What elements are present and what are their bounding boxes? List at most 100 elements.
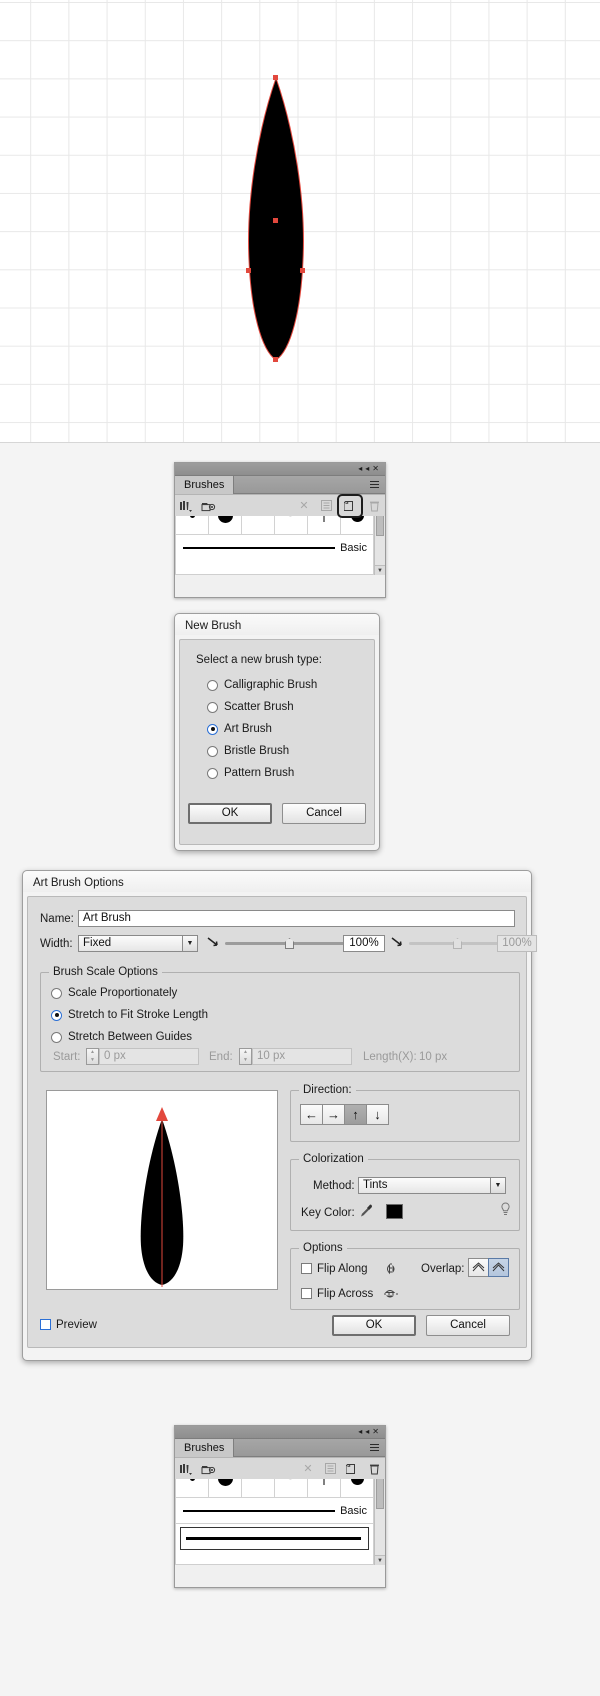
flip-across-row[interactable]: Flip Across	[301, 1288, 373, 1300]
width-percent-secondary-input[interactable]: 100%	[497, 935, 537, 952]
width-percent-input[interactable]: 100%	[343, 935, 385, 952]
arrow-down-icon[interactable]: ↓	[366, 1104, 389, 1125]
radio-indicator[interactable]	[51, 987, 62, 999]
options-of-selected-object-icon[interactable]	[315, 496, 337, 516]
radio-art-brush[interactable]: Art Brush	[207, 718, 358, 740]
new-brush-icon[interactable]	[337, 493, 363, 518]
colorization-method-select[interactable]: Tints ▼	[358, 1177, 506, 1194]
radio-scatter-brush[interactable]: Scatter Brush	[207, 696, 358, 718]
delete-brush-icon[interactable]	[363, 496, 385, 516]
panel-menu-icon[interactable]	[369, 479, 381, 490]
flip-along-row[interactable]: Flip Along	[301, 1263, 368, 1275]
panel-titlebar-buttons[interactable]: ◂◂✕	[358, 1427, 382, 1437]
ok-button[interactable]: OK	[188, 803, 272, 824]
brush-libraries-icon[interactable]	[175, 1459, 197, 1479]
chevron-down-icon[interactable]: ▼	[182, 936, 197, 951]
group-title: Brush Scale Options	[49, 966, 162, 978]
close-icon[interactable]: ✕	[372, 1427, 382, 1436]
radio-indicator[interactable]	[207, 745, 218, 757]
radio-bristle-brush[interactable]: Bristle Brush	[207, 740, 358, 762]
libraries-panel-icon[interactable]	[197, 1459, 219, 1479]
collapse-icon[interactable]: ◂◂	[358, 464, 372, 473]
tab-brushes[interactable]: Brushes	[175, 476, 235, 494]
brush-row-new-art-brush[interactable]	[176, 1523, 373, 1553]
brushes-panel-top[interactable]: ◂◂✕ Brushes Basic ▼ ✕	[174, 462, 386, 598]
new-art-brush-preview	[186, 1537, 361, 1540]
flip-across-checkbox[interactable]	[301, 1288, 312, 1300]
radio-label: Calligraphic Brush	[224, 679, 318, 691]
new-brush-icon[interactable]	[341, 1459, 363, 1479]
tip-bulb-icon[interactable]	[500, 1202, 511, 1221]
width-select[interactable]: Fixed ▼	[78, 935, 198, 952]
panel-menu-icon[interactable]	[369, 1442, 381, 1453]
tab-brushes[interactable]: Brushes	[175, 1439, 235, 1457]
chevron-down-icon[interactable]: ▼	[490, 1178, 505, 1193]
ok-button[interactable]: OK	[332, 1315, 416, 1336]
new-brush-dialog[interactable]: New Brush Select a new brush type: Calli…	[174, 613, 380, 851]
radio-stretch-between-guides[interactable]: Stretch Between Guides	[51, 1026, 519, 1048]
brushes-panel-footer[interactable]: ✕	[175, 493, 385, 518]
cancel-button[interactable]: Cancel	[282, 803, 366, 824]
close-icon[interactable]: ✕	[372, 464, 382, 473]
brush-row-basic[interactable]: Basic	[176, 1497, 373, 1523]
remove-brush-stroke-icon[interactable]: ✕	[293, 496, 315, 516]
radio-indicator[interactable]	[207, 679, 218, 691]
illustrator-canvas[interactable]	[0, 0, 600, 443]
arrow-right-icon[interactable]: →	[322, 1104, 345, 1125]
brush-row-label: Basic	[340, 1504, 367, 1517]
collapse-icon[interactable]: ◂◂	[358, 1427, 372, 1436]
scroll-down-arrow[interactable]: ▼	[375, 1555, 385, 1565]
remove-brush-stroke-icon[interactable]: ✕	[297, 1459, 319, 1479]
brush-name-input[interactable]: Art Brush	[78, 910, 515, 927]
art-brush-options-dialog[interactable]: Art Brush Options Name: Art Brush Width:…	[22, 870, 537, 1361]
radio-scale-proportionately[interactable]: Scale Proportionately	[51, 982, 519, 1004]
end-input[interactable]: 10 px	[252, 1048, 352, 1065]
artwork-shape[interactable]	[0, 0, 600, 443]
arrow-left-icon[interactable]: ←	[300, 1104, 323, 1125]
radio-indicator[interactable]	[207, 767, 218, 779]
radio-calligraphic-brush[interactable]: Calligraphic Brush	[207, 674, 358, 696]
brush-row-basic[interactable]: Basic	[176, 534, 373, 560]
start-stepper[interactable]: ▲ ▼	[86, 1048, 99, 1065]
flip-along-checkbox[interactable]	[301, 1263, 312, 1275]
preview-label: Preview	[56, 1319, 97, 1331]
brushes-panel-bottom[interactable]: ◂◂✕ Brushes Basic ▼ ✕	[174, 1425, 386, 1588]
preview-row[interactable]: Preview	[40, 1319, 97, 1331]
overlap-prevent-icon[interactable]	[488, 1258, 509, 1277]
radio-indicator[interactable]	[51, 1009, 62, 1021]
preview-checkbox[interactable]	[40, 1319, 51, 1331]
width-slider-2[interactable]	[409, 935, 501, 952]
panel-titlebar[interactable]: ◂◂✕	[175, 463, 385, 476]
width-slider-1[interactable]	[225, 935, 345, 952]
panel-titlebar[interactable]: ◂◂✕	[175, 1426, 385, 1439]
panel-titlebar-buttons[interactable]: ◂◂✕	[358, 464, 382, 474]
eyedropper-icon[interactable]	[359, 1203, 373, 1221]
radio-indicator[interactable]	[51, 1031, 62, 1043]
key-color-swatch[interactable]	[386, 1204, 403, 1219]
slider-knob[interactable]	[285, 938, 294, 949]
radio-stretch-to-fit-stroke-length[interactable]: Stretch to Fit Stroke Length	[51, 1004, 519, 1026]
radio-pattern-brush[interactable]: Pattern Brush	[207, 762, 358, 784]
brushes-panel-footer[interactable]: ✕	[175, 1457, 385, 1479]
panel-tabbar[interactable]: Brushes	[175, 476, 385, 494]
overlap-allow-icon[interactable]	[468, 1258, 489, 1277]
radio-indicator[interactable]	[207, 723, 218, 735]
delete-brush-icon[interactable]	[363, 1459, 385, 1479]
libraries-panel-icon[interactable]	[197, 496, 219, 516]
scroll-down-arrow[interactable]: ▼	[375, 565, 385, 575]
radio-indicator[interactable]	[207, 701, 218, 713]
colorization-group: Colorization Method: Tints ▼ Key Color:	[290, 1153, 520, 1231]
key-color-label: Key Color:	[301, 1207, 355, 1219]
brush-libraries-icon[interactable]	[175, 496, 197, 516]
slider-knob[interactable]	[453, 938, 462, 949]
panel-tabbar[interactable]: Brushes	[175, 1439, 385, 1457]
arrow-up-icon[interactable]: ↑	[344, 1104, 367, 1125]
overlap-label: Overlap:	[421, 1263, 465, 1275]
direction-button-row[interactable]: ← → ↑ ↓	[291, 1091, 519, 1125]
start-input[interactable]: 0 px	[99, 1048, 199, 1065]
dialog-title: Art Brush Options	[23, 871, 531, 892]
cancel-button[interactable]: Cancel	[426, 1315, 510, 1336]
options-of-selected-object-icon[interactable]	[319, 1459, 341, 1479]
end-stepper[interactable]: ▲ ▼	[239, 1048, 252, 1065]
overlap-button-row[interactable]	[468, 1258, 509, 1277]
